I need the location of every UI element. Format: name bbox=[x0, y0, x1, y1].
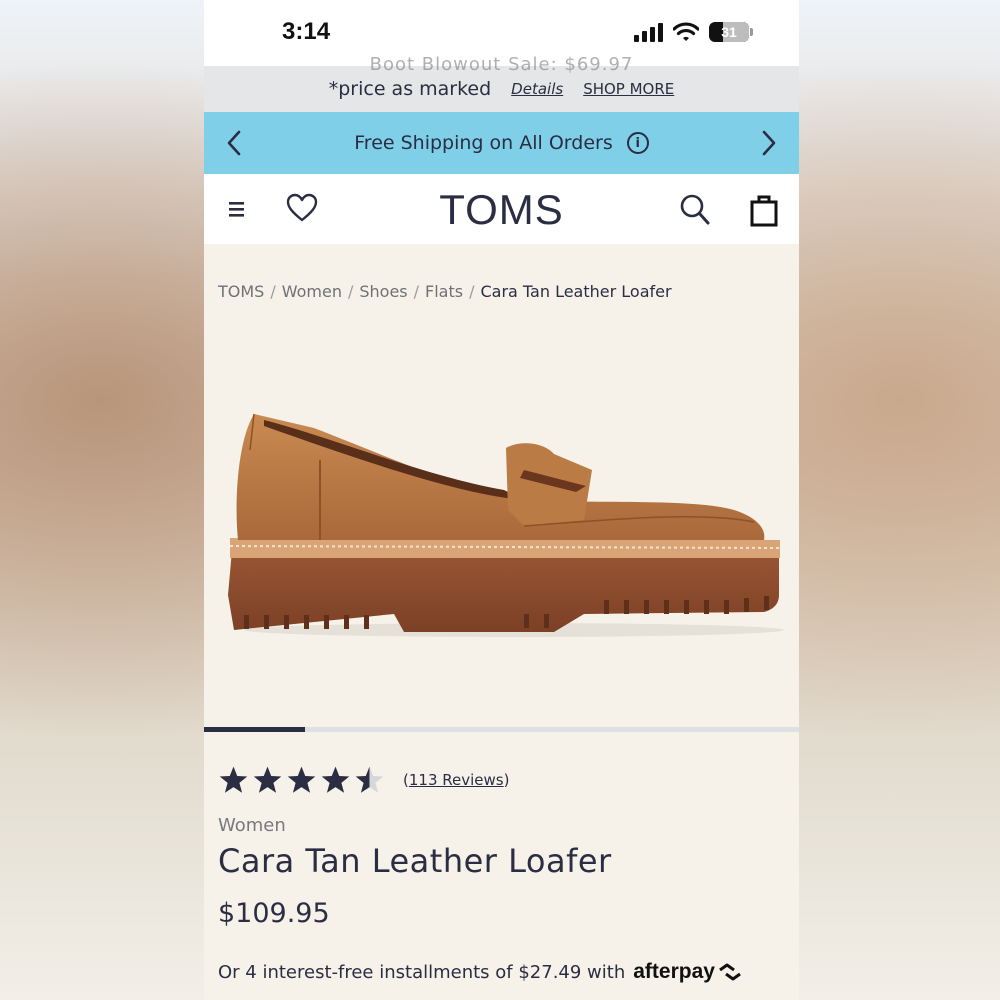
status-icons: 31 bbox=[634, 22, 753, 42]
shipping-banner: Free Shipping on All Orders i bbox=[204, 112, 799, 174]
star-icon bbox=[219, 766, 248, 793]
search-icon[interactable] bbox=[679, 193, 711, 227]
promo-ghost-text: Boot Blowout Sale: $69.97 bbox=[369, 54, 634, 75]
site-header: TOMS bbox=[204, 174, 799, 244]
gallery-progress-fill bbox=[204, 727, 306, 732]
breadcrumb: TOMS / Women / Shoes / Flats / Cara Tan … bbox=[218, 282, 672, 301]
afterpay-arrows-icon bbox=[719, 963, 741, 981]
product-price: $109.95 bbox=[218, 898, 330, 929]
promo-bar: Boot Blowout Sale: $69.97 *price as mark… bbox=[204, 54, 799, 112]
afterpay-logo[interactable]: afterpay bbox=[633, 960, 743, 984]
star-icon bbox=[287, 766, 316, 793]
promo-price-note: *price as marked bbox=[328, 78, 492, 100]
breadcrumb-separator: / bbox=[270, 282, 276, 301]
installments-info: Or 4 interest-free installments of $27.4… bbox=[218, 960, 743, 984]
shipping-message: Free Shipping on All Orders i bbox=[354, 132, 649, 154]
installments-text: Or 4 interest-free installments of $27.4… bbox=[218, 961, 626, 983]
details-link[interactable]: Details bbox=[511, 80, 563, 98]
chevron-left-icon[interactable] bbox=[226, 130, 242, 156]
shipping-label: Free Shipping on All Orders bbox=[354, 132, 613, 154]
phone-screen: 3:14 31 Boot Blowout Sale: $69.97 *price… bbox=[204, 0, 799, 1000]
breadcrumb-separator: / bbox=[413, 282, 420, 301]
shop-more-link[interactable]: SHOP MORE bbox=[583, 80, 674, 98]
battery-level: 31 bbox=[721, 24, 737, 40]
reviews-link-wrapper: (113 Reviews) bbox=[403, 771, 510, 789]
gallery-progress bbox=[204, 727, 799, 732]
star-icon bbox=[321, 766, 350, 793]
breadcrumb-current: Cara Tan Leather Loafer bbox=[480, 282, 672, 301]
wifi-icon bbox=[673, 22, 699, 41]
afterpay-label: afterpay bbox=[633, 960, 715, 983]
rating-summary: (113 Reviews) bbox=[218, 765, 509, 795]
breadcrumb-separator: / bbox=[347, 282, 354, 301]
shopping-bag-icon[interactable] bbox=[749, 192, 779, 228]
breadcrumb-item[interactable]: TOMS bbox=[218, 282, 264, 301]
chevron-right-icon[interactable] bbox=[761, 130, 777, 156]
star-rating bbox=[218, 765, 385, 795]
product-category: Women bbox=[218, 815, 286, 836]
product-image-loafer[interactable] bbox=[224, 400, 789, 640]
breadcrumb-separator: / bbox=[469, 282, 475, 301]
signal-icon bbox=[634, 22, 663, 42]
star-icon bbox=[355, 766, 384, 793]
product-title: Cara Tan Leather Loafer bbox=[218, 842, 612, 880]
battery-icon: 31 bbox=[709, 22, 753, 42]
breadcrumb-item[interactable]: Flats bbox=[425, 282, 463, 301]
breadcrumb-item[interactable]: Women bbox=[282, 282, 342, 301]
breadcrumb-item[interactable]: Shoes bbox=[359, 282, 407, 301]
info-icon[interactable]: i bbox=[626, 132, 649, 154]
reviews-link[interactable]: 113 Reviews bbox=[409, 771, 504, 789]
star-icon bbox=[253, 766, 282, 793]
status-time: 3:14 bbox=[282, 18, 331, 45]
